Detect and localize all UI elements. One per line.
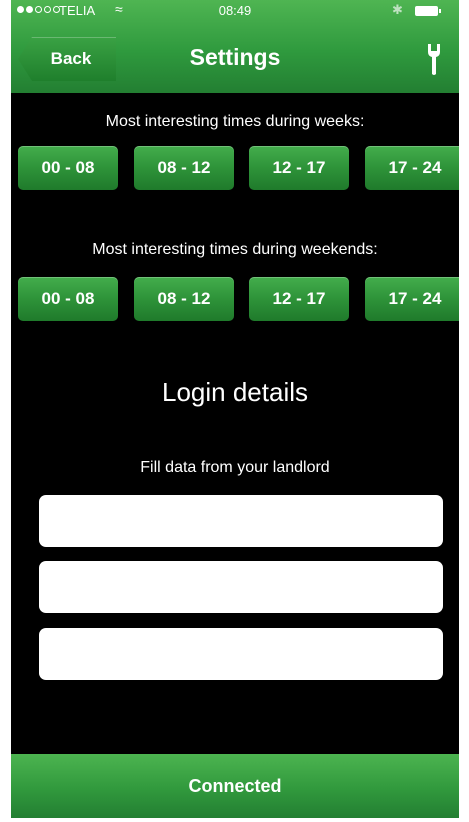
connection-status-bar: Connected [11, 754, 459, 818]
weeks-time-button-3[interactable]: 12 - 17 [249, 146, 349, 190]
page-title: Settings [189, 44, 281, 70]
login-heading: Login details [162, 377, 308, 407]
weekends-time-buttons: 00 - 08 08 - 12 12 - 17 17 - 24 [18, 277, 459, 321]
login-field-3[interactable] [39, 628, 443, 680]
bluetooth-icon: ✱ [392, 2, 403, 17]
weeks-time-button-2[interactable]: 08 - 12 [134, 146, 234, 190]
weekends-time-button-3[interactable]: 12 - 17 [249, 277, 349, 321]
weekends-time-button-4[interactable]: 17 - 24 [365, 277, 459, 321]
weeks-time-button-1[interactable]: 00 - 08 [18, 146, 118, 190]
settings-screen: TELIA ≈ 08:49 ✱ Back Settings Most inter… [11, 0, 459, 818]
weekends-time-button-2[interactable]: 08 - 12 [134, 277, 234, 321]
weeks-time-buttons: 00 - 08 08 - 12 12 - 17 17 - 24 [18, 146, 459, 190]
battery-icon [415, 6, 441, 16]
weekends-label: Most interesting times during weekends: [92, 241, 378, 258]
top-bar: TELIA ≈ 08:49 ✱ Back Settings [11, 0, 459, 93]
wrench-icon[interactable] [424, 42, 444, 76]
weeks-time-button-4[interactable]: 17 - 24 [365, 146, 459, 190]
login-subtitle: Fill data from your landlord [140, 459, 330, 476]
login-field-2[interactable] [39, 561, 443, 613]
connection-status: Connected [188, 775, 282, 796]
weeks-label: Most interesting times during weeks: [105, 113, 365, 130]
weekends-time-button-1[interactable]: 00 - 08 [18, 277, 118, 321]
login-field-1[interactable] [39, 495, 443, 547]
status-bar: TELIA ≈ 08:49 ✱ [11, 0, 459, 22]
